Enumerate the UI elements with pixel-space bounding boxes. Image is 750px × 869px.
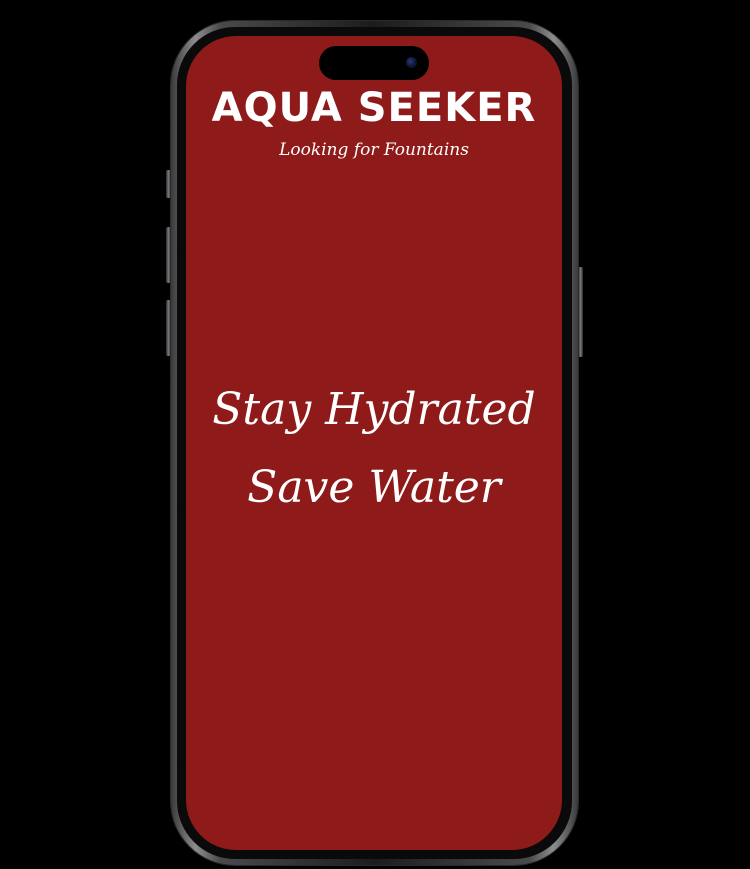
phone-screen[interactable]: AQUA SEEKER Looking for Fountains Stay H… xyxy=(186,36,562,850)
splash-tagline: Stay Hydrated Save Water xyxy=(186,371,562,527)
camera-lens-icon xyxy=(406,57,417,68)
dynamic-island xyxy=(319,46,429,80)
app-title: AQUA SEEKER xyxy=(211,85,537,131)
tagline-line-1: Stay Hydrated xyxy=(212,384,536,435)
stage: AQUA SEEKER Looking for Fountains Stay H… xyxy=(0,0,750,869)
app-subtitle: Looking for Fountains xyxy=(279,140,469,160)
tagline-line-2: Save Water xyxy=(247,462,501,513)
power-button[interactable] xyxy=(578,267,583,357)
